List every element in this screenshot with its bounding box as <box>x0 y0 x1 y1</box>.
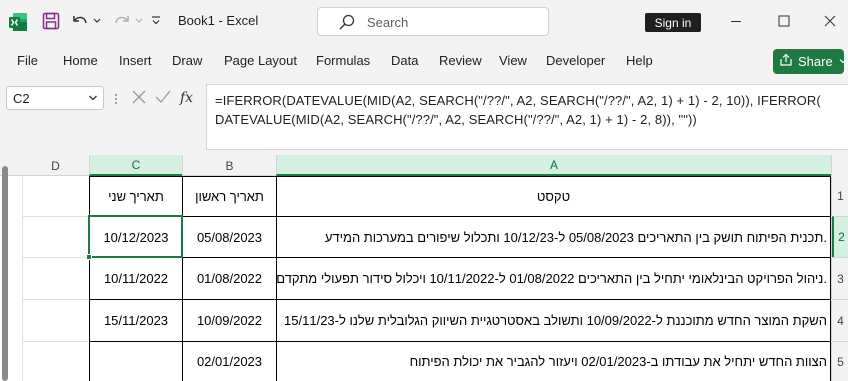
name-box-value: C2 <box>13 91 30 106</box>
gridline <box>22 299 89 300</box>
cell-c5[interactable] <box>90 342 182 381</box>
cell-b2[interactable]: 05/08/2023 <box>183 217 276 257</box>
cell-c4[interactable]: 15/11/2023 <box>90 300 182 341</box>
insert-function-icon[interactable]: fx <box>178 87 198 110</box>
cell-a3[interactable]: ניהול הפרויקט הבינלאומי יתחיל בין התאריכ… <box>277 258 830 299</box>
cell-b3[interactable]: 01/08/2022 <box>183 258 276 299</box>
row-header-4[interactable]: 4 <box>832 299 848 341</box>
tab-formulas[interactable]: Formulas <box>316 53 370 68</box>
sign-in-button[interactable]: Sign in <box>645 13 701 32</box>
tab-page-layout[interactable]: Page Layout <box>224 53 297 68</box>
cell-a2[interactable]: תכנית הפיתוח תושק בין התאריכים 05/08/202… <box>277 217 830 257</box>
share-label: Share <box>798 54 833 69</box>
minimize-icon[interactable] <box>728 13 744 29</box>
title-bar: Book1 - Excel Search Sign in <box>0 0 848 44</box>
formula-text: =IFERROR(DATEVALUE(MID(A2, SEARCH("/??/"… <box>215 93 821 127</box>
tab-insert[interactable]: Insert <box>119 53 152 68</box>
row-header-2[interactable]: 2 <box>832 216 848 257</box>
undo-dropdown-chevron-icon[interactable] <box>92 14 102 28</box>
fill-handle[interactable] <box>86 254 92 260</box>
row-headers: 1 2 3 4 5 <box>831 176 848 381</box>
redo-dropdown-chevron-icon[interactable] <box>134 14 144 28</box>
share-button[interactable]: Share <box>773 49 847 74</box>
undo-icon[interactable] <box>70 12 90 30</box>
cell-b5[interactable]: 02/01/2023 <box>183 342 276 381</box>
ribbon-tabs: File Home Insert Draw Page Layout Formul… <box>0 47 848 75</box>
search-icon <box>338 14 356 34</box>
cell-b4[interactable]: 10/09/2022 <box>183 300 276 341</box>
row-header-5[interactable]: 5 <box>832 341 848 381</box>
row-header-3[interactable]: 3 <box>832 257 848 299</box>
active-cell-selection <box>88 215 183 258</box>
row-header-1[interactable]: 1 <box>832 176 848 216</box>
save-icon[interactable] <box>42 12 60 30</box>
column-header-b[interactable]: B <box>182 155 276 176</box>
document-title: Book1 - Excel <box>178 13 259 28</box>
gridline <box>22 176 23 381</box>
table-border <box>830 176 831 381</box>
customize-toolbar-icon[interactable] <box>150 14 162 28</box>
cell-c3[interactable]: 10/11/2022 <box>90 258 182 299</box>
header-cell-c[interactable]: תאריך שני <box>90 177 182 216</box>
formula-input[interactable]: =IFERROR(DATEVALUE(MID(A2, SEARCH("/??/"… <box>206 84 848 150</box>
tab-draw[interactable]: Draw <box>172 53 202 68</box>
vertical-scrollbar[interactable] <box>2 166 8 381</box>
search-input[interactable]: Search <box>317 7 549 36</box>
maximize-icon[interactable] <box>776 13 792 29</box>
column-header-c[interactable]: C <box>89 155 182 176</box>
tab-home[interactable]: Home <box>63 53 98 68</box>
tab-view[interactable]: View <box>499 53 527 68</box>
tab-review[interactable]: Review <box>439 53 482 68</box>
cell-a4[interactable]: השקת המוצר החדש מתוכננת ל-10/09/2022 ותש… <box>277 300 830 341</box>
more-options-icon[interactable] <box>114 93 118 108</box>
close-icon[interactable] <box>822 13 838 29</box>
column-header-a[interactable]: A <box>276 155 831 176</box>
column-header-d[interactable]: D <box>22 155 89 176</box>
gridline <box>22 257 89 258</box>
cell-a5[interactable]: הצוות החדש יתחיל את עבודתו ב-02/01/2023 … <box>277 342 830 381</box>
share-icon <box>779 53 793 70</box>
gridline <box>22 341 89 342</box>
tab-developer[interactable]: Developer <box>546 53 605 68</box>
redo-icon[interactable] <box>112 12 132 30</box>
tab-data[interactable]: Data <box>391 53 418 68</box>
tab-help[interactable]: Help <box>626 53 653 68</box>
gridline <box>22 216 89 217</box>
search-placeholder: Search <box>367 15 409 30</box>
name-box-chevron-down-icon[interactable] <box>88 92 98 107</box>
name-box[interactable]: C2 <box>6 86 104 110</box>
column-headers: D C B A <box>0 155 848 176</box>
excel-logo-icon <box>8 12 28 32</box>
worksheet: D C B A 1 2 3 4 5 תאריך שני תאריך ראשון … <box>0 155 848 381</box>
select-all-corner[interactable] <box>831 155 848 176</box>
header-cell-a[interactable]: טקסט <box>277 177 830 216</box>
formula-controls: fx <box>112 86 202 110</box>
cancel-icon[interactable] <box>130 88 148 109</box>
share-chevron-down-icon[interactable] <box>838 54 848 69</box>
tab-file[interactable]: File <box>17 53 38 68</box>
enter-check-icon[interactable] <box>154 88 172 109</box>
header-cell-b[interactable]: תאריך ראשון <box>183 177 276 216</box>
svg-text:fx: fx <box>179 90 193 106</box>
